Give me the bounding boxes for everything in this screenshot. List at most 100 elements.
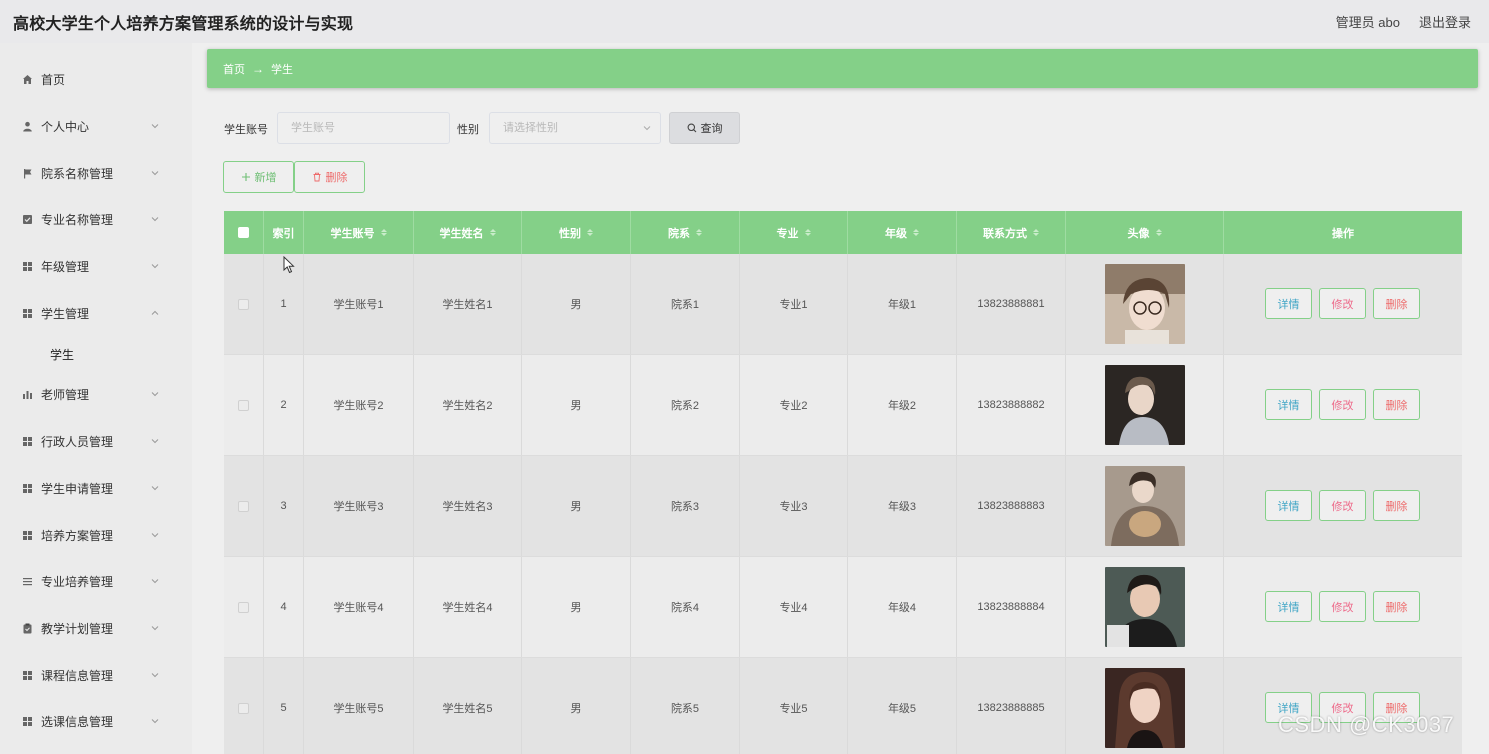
sidebar-item-course-selection[interactable]: 选课信息管理 xyxy=(0,706,192,736)
index-cell: 2 xyxy=(264,355,304,455)
sidebar-item-teacher[interactable]: 老师管理 xyxy=(0,379,192,409)
gender-cell: 男 xyxy=(522,557,631,657)
sort-icon[interactable] xyxy=(1033,229,1039,236)
delete-button[interactable]: 删除 xyxy=(1373,591,1420,622)
edit-button[interactable]: 修改 xyxy=(1319,389,1366,420)
sidebar-item-label: 课程信息管理 xyxy=(41,668,114,683)
sidebar-item-home[interactable]: 首页 xyxy=(0,64,192,94)
edit-button[interactable]: 修改 xyxy=(1319,591,1366,622)
column-header[interactable]: 院系 xyxy=(631,211,740,254)
sidebar-item-admin-staff[interactable]: 行政人员管理 xyxy=(0,426,192,456)
column-header: 操作 xyxy=(1224,211,1462,254)
column-header-label: 院系 xyxy=(668,227,690,240)
delete-button[interactable]: 删除 xyxy=(1373,490,1420,521)
edit-button[interactable]: 修改 xyxy=(1319,490,1366,521)
current-user-label: 管理员 abo xyxy=(1335,15,1400,30)
flag-icon xyxy=(21,167,33,179)
account-cell: 学生账号2 xyxy=(304,355,414,455)
home-icon xyxy=(21,73,33,85)
sidebar-item-training-plan[interactable]: 培养方案管理 xyxy=(0,520,192,550)
operation-cell: 详情 修改 删除 xyxy=(1224,658,1462,754)
sidebar-item-label: 年级管理 xyxy=(41,259,90,274)
gender-select[interactable]: 请选择性别 xyxy=(489,112,661,144)
sidebar-item-grade[interactable]: 年级管理 xyxy=(0,251,192,281)
account-search-input[interactable]: 学生账号 xyxy=(277,112,450,144)
detail-button[interactable]: 详情 xyxy=(1265,288,1312,319)
add-button[interactable]: 新增 xyxy=(223,161,294,193)
detail-button[interactable]: 详情 xyxy=(1265,389,1312,420)
chevron-down-icon xyxy=(151,392,159,397)
row-checkbox[interactable] xyxy=(238,399,249,411)
sidebar-item-course-info[interactable]: 课程信息管理 xyxy=(0,660,192,690)
sidebar-item-student-application[interactable]: 学生申请管理 xyxy=(0,473,192,503)
column-header[interactable]: 联系方式 xyxy=(957,211,1066,254)
sort-icon[interactable] xyxy=(489,229,496,236)
sort-icon[interactable] xyxy=(380,229,387,236)
column-header[interactable]: 学生姓名 xyxy=(414,211,522,254)
chevron-down-icon xyxy=(151,171,159,176)
phone-cell: 13823888883 xyxy=(957,456,1066,556)
query-button[interactable]: 查询 xyxy=(669,112,740,144)
detail-button[interactable]: 详情 xyxy=(1265,591,1312,622)
detail-button[interactable]: 详情 xyxy=(1265,490,1312,521)
operation-cell: 详情 修改 删除 xyxy=(1224,557,1462,657)
name-cell: 学生姓名1 xyxy=(414,254,522,354)
account-cell: 学生账号3 xyxy=(304,456,414,556)
select-all-column xyxy=(224,211,264,254)
logout-link[interactable]: 退出登录 xyxy=(1419,12,1471,31)
sort-icon[interactable] xyxy=(587,229,593,236)
avatar xyxy=(1104,567,1185,647)
select-all-checkbox[interactable] xyxy=(238,227,249,238)
row-checkbox[interactable] xyxy=(238,298,249,310)
sidebar-subitem-student[interactable]: 学生 xyxy=(0,339,192,369)
column-header[interactable]: 专业 xyxy=(740,211,848,254)
column-header[interactable]: 年级 xyxy=(848,211,957,254)
row-select-cell xyxy=(224,557,264,657)
account-cell: 学生账号1 xyxy=(304,254,414,354)
index-cell: 5 xyxy=(264,658,304,754)
row-checkbox[interactable] xyxy=(238,500,249,512)
grade-cell: 年级4 xyxy=(848,557,957,657)
breadcrumb-home[interactable]: 首页 xyxy=(223,61,245,77)
name-cell: 学生姓名4 xyxy=(414,557,522,657)
sidebar-item-department[interactable]: 院系名称管理 xyxy=(0,158,192,188)
sidebar-item-label: 学生申请管理 xyxy=(41,481,114,496)
row-checkbox[interactable] xyxy=(238,702,249,714)
major-cell: 专业2 xyxy=(740,355,848,455)
sidebar-item-personal-center[interactable]: 个人中心 xyxy=(0,111,192,141)
sidebar-item-teaching-plan[interactable]: 教学计划管理 xyxy=(0,613,192,643)
sidebar-item-major[interactable]: 专业名称管理 xyxy=(0,204,192,234)
gender-cell: 男 xyxy=(522,355,631,455)
operation-cell: 详情 修改 删除 xyxy=(1224,456,1462,556)
sort-icon[interactable] xyxy=(1155,229,1162,236)
delete-button[interactable]: 删除 xyxy=(1373,389,1420,420)
chevron-down-icon xyxy=(151,124,159,129)
grid-icon xyxy=(21,715,33,727)
chevron-down-icon xyxy=(643,126,651,131)
sort-icon[interactable] xyxy=(804,229,811,236)
phone-cell: 13823888884 xyxy=(957,557,1066,657)
major-cell: 专业1 xyxy=(740,254,848,354)
edit-button[interactable]: 修改 xyxy=(1319,288,1366,319)
user-icon xyxy=(21,120,33,132)
row-select-cell xyxy=(224,658,264,754)
row-checkbox[interactable] xyxy=(238,601,249,613)
sort-icon[interactable] xyxy=(913,229,919,236)
column-header[interactable]: 头像 xyxy=(1066,211,1224,254)
column-header-label: 索引 xyxy=(272,227,295,240)
department-cell: 院系3 xyxy=(631,456,740,556)
sort-icon[interactable] xyxy=(696,229,702,236)
department-cell: 院系1 xyxy=(631,254,740,354)
sidebar-item-student[interactable]: 学生管理 xyxy=(0,298,192,328)
column-header[interactable]: 性别 xyxy=(522,211,631,254)
chevron-down-icon xyxy=(151,439,159,444)
column-header-label: 年级 xyxy=(885,227,907,240)
sidebar-item-major-training[interactable]: 专业培养管理 xyxy=(0,566,192,596)
column-header[interactable]: 学生账号 xyxy=(304,211,414,254)
chevron-down-icon xyxy=(151,673,159,678)
table-row: 4 学生账号4 学生姓名4 男 院系4 专业4 年级4 13823888884 … xyxy=(224,557,1462,658)
chevron-down-icon xyxy=(151,626,159,631)
column-header-label: 专业 xyxy=(776,227,799,240)
batch-delete-button[interactable]: 删除 xyxy=(294,161,365,193)
delete-button[interactable]: 删除 xyxy=(1373,288,1420,319)
